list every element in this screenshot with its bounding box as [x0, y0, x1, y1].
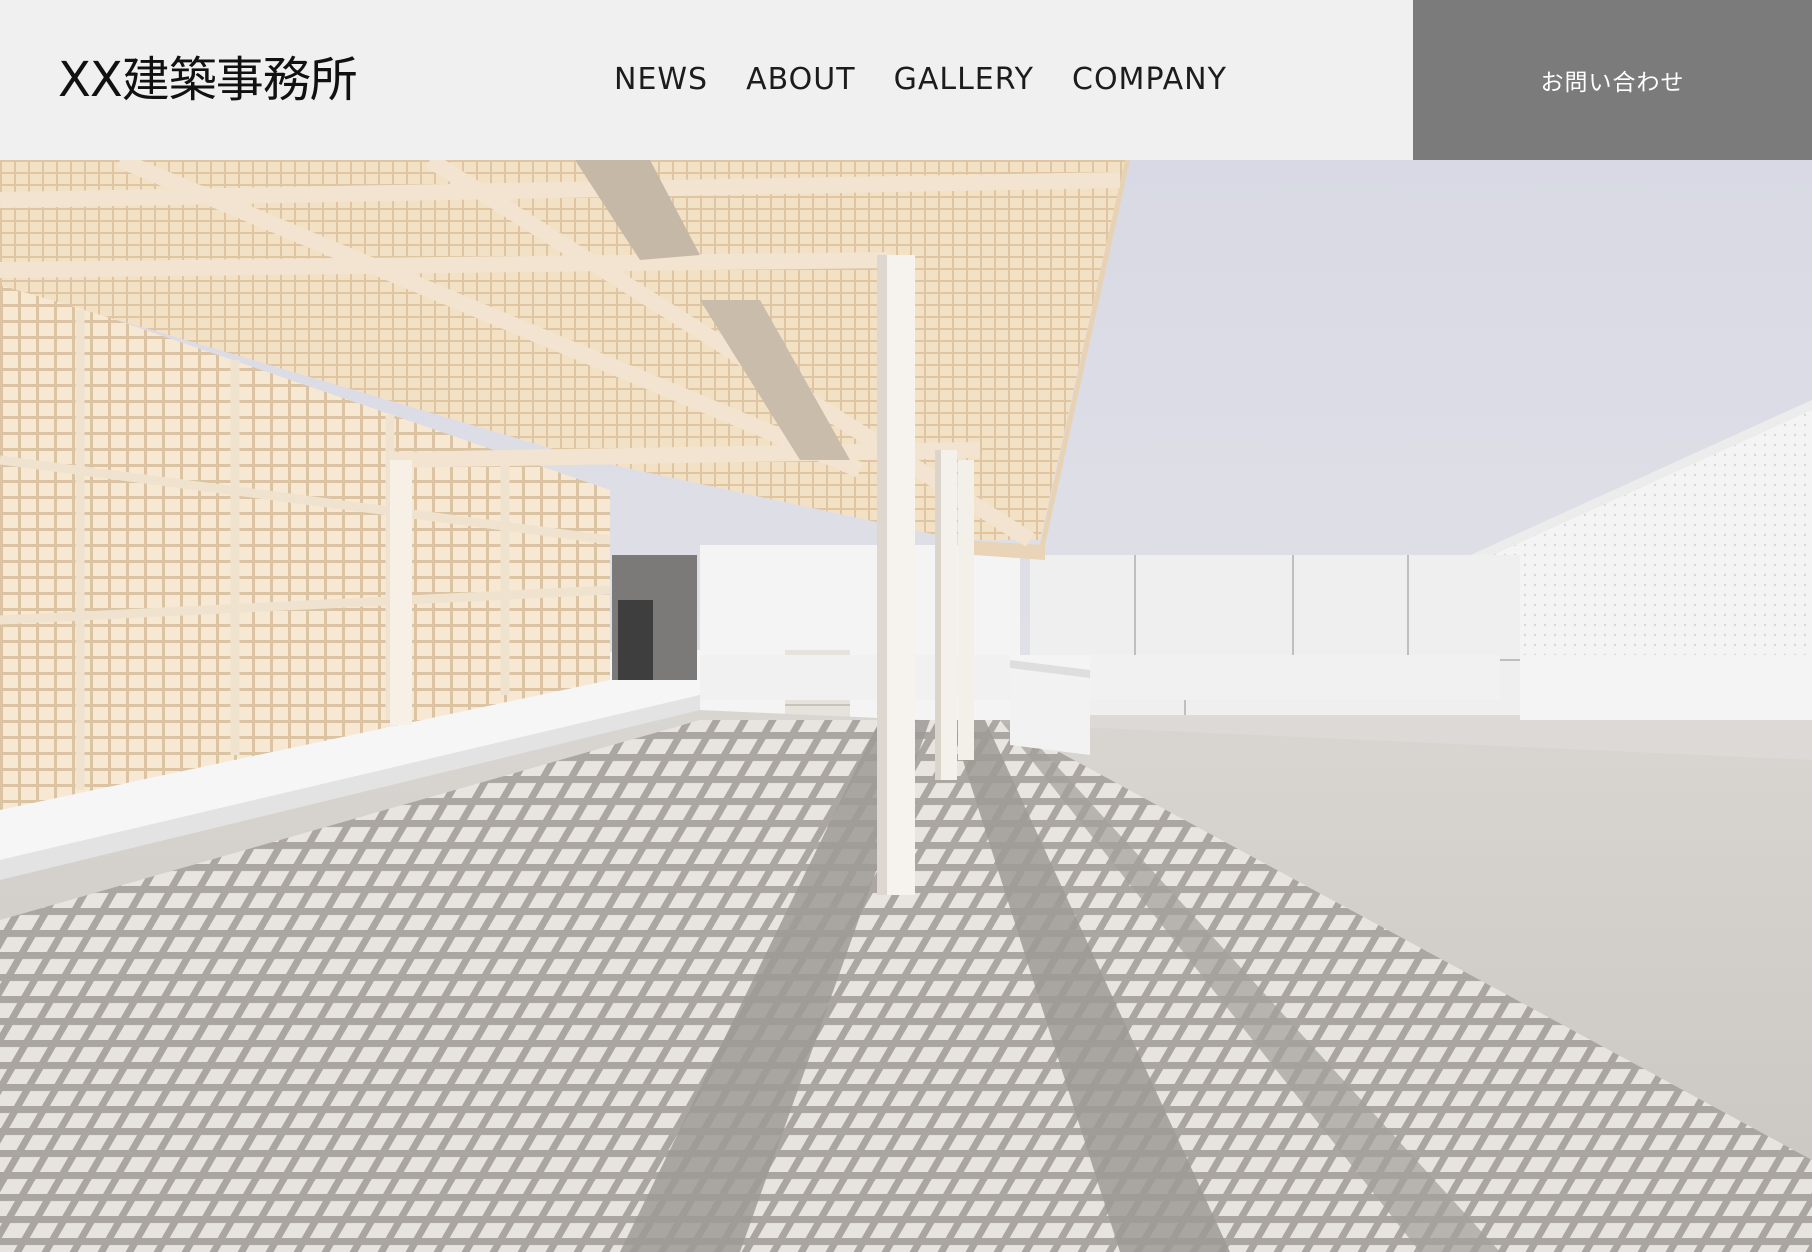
hero-architecture-photo — [0, 160, 1812, 1252]
site-logo[interactable]: XX建築事務所 — [58, 48, 358, 112]
nav-about[interactable]: ABOUT — [746, 56, 855, 104]
hero-image — [0, 160, 1812, 1252]
nav-company[interactable]: COMPANY — [1072, 56, 1227, 104]
site-header: XX建築事務所 NEWS ABOUT GALLERY COMPANY お問い合わ… — [0, 0, 1812, 160]
nav-news[interactable]: NEWS — [614, 56, 708, 104]
nav-gallery[interactable]: GALLERY — [894, 56, 1034, 104]
contact-button[interactable]: お問い合わせ — [1413, 0, 1812, 160]
main-nav: NEWS ABOUT GALLERY COMPANY — [614, 56, 1227, 104]
